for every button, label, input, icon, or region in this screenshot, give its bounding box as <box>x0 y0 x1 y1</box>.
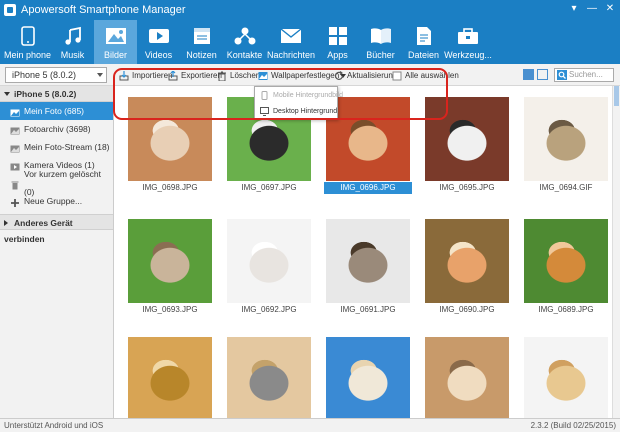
photo-image[interactable] <box>227 219 311 303</box>
photo-filename: IMG_0694.GIF <box>539 183 593 192</box>
nav-notes-button[interactable]: Notizen <box>180 20 223 64</box>
menu-icon[interactable]: ▾ <box>568 3 580 15</box>
trash-icon <box>10 178 20 190</box>
nav-apps-button[interactable]: Apps <box>316 20 359 64</box>
photo-thumbnail[interactable]: IMG_0693.JPG <box>126 219 214 316</box>
nav-contacts-button[interactable]: Kontakte <box>223 20 266 64</box>
photo-filename: IMG_0689.JPG <box>538 305 594 314</box>
files-icon <box>412 25 436 47</box>
video-folder-icon <box>10 160 20 171</box>
video-icon <box>147 25 171 47</box>
photo-thumbnail[interactable] <box>324 337 412 418</box>
status-bar: Unterstützt Android und iOS 2.3.2 (Build… <box>0 418 620 432</box>
photo-filename: IMG_0695.JPG <box>439 183 495 192</box>
photo-thumbnail[interactable] <box>423 337 511 418</box>
toolbox-icon <box>456 25 480 47</box>
picture-icon <box>104 25 128 47</box>
connect-other-device-button[interactable]: Anderes Gerät verbinden <box>0 214 113 244</box>
nav-music-button[interactable]: Musik <box>51 20 94 64</box>
list-view-icon[interactable] <box>537 69 548 80</box>
notes-icon <box>190 25 214 47</box>
sidebar-item-photo-stream[interactable]: Mein Foto-Stream (18) <box>0 138 113 156</box>
photo-image[interactable] <box>425 337 509 418</box>
search-icon <box>557 70 567 80</box>
photo-folder-icon <box>10 142 20 153</box>
window-controls: ▾ — ✕ <box>568 3 616 15</box>
sidebar: iPhone 5 (8.0.2) Mein Foto (685) Fotoarc… <box>0 86 114 418</box>
grid-view-icon[interactable] <box>523 69 534 80</box>
phone-icon <box>16 25 40 47</box>
photo-thumbnail[interactable]: IMG_0689.JPG <box>522 219 610 316</box>
photo-filename: IMG_0690.JPG <box>439 305 495 314</box>
photo-filename: IMG_0698.JPG <box>142 183 198 192</box>
messages-icon <box>279 25 303 47</box>
photo-thumbnail[interactable]: IMG_0694.GIF <box>522 97 610 194</box>
chevron-down-icon <box>97 73 103 77</box>
plus-icon <box>10 196 20 207</box>
photo-filename: IMG_0696.JPG <box>324 182 412 194</box>
photo-thumbnail[interactable] <box>522 337 610 418</box>
scrollbar[interactable] <box>612 86 620 418</box>
photo-image[interactable] <box>227 337 311 418</box>
photo-thumbnail[interactable]: IMG_0690.JPG <box>423 219 511 316</box>
apps-icon <box>326 25 350 47</box>
version-label: 2.3.2 (Build 02/25/2015) <box>530 421 616 430</box>
photo-grid: IMG_0698.JPG IMG_0697.JPG IMG_0696.JPG IMG_… <box>114 86 612 418</box>
minimize-icon[interactable]: — <box>586 3 598 15</box>
photo-thumbnail[interactable] <box>225 337 313 418</box>
nav-pictures-button[interactable]: Bilder <box>94 20 137 64</box>
photo-image[interactable] <box>524 219 608 303</box>
nav-tools-button[interactable]: Werkzeug... <box>444 20 492 64</box>
photo-image[interactable] <box>326 337 410 418</box>
photo-image[interactable] <box>425 219 509 303</box>
nav-messages-button[interactable]: Nachrichten <box>266 20 316 64</box>
close-icon[interactable]: ✕ <box>604 3 616 15</box>
music-icon <box>61 25 85 47</box>
photo-filename: IMG_0697.JPG <box>241 183 297 192</box>
photo-image[interactable] <box>524 337 608 418</box>
books-icon <box>369 25 393 47</box>
nav-files-button[interactable]: Dateien <box>402 20 445 64</box>
photo-image[interactable] <box>524 97 608 181</box>
nav-books-button[interactable]: Bücher <box>359 20 402 64</box>
photo-image[interactable] <box>128 337 212 418</box>
title-bar: Apowersoft Smartphone Manager ▾ — ✕ <box>0 0 620 20</box>
search-input[interactable]: Suchen... <box>554 68 614 82</box>
scrollbar-thumb[interactable] <box>614 86 619 106</box>
sidebar-item-my-photos[interactable]: Mein Foto (685) <box>0 102 113 120</box>
photo-thumbnail[interactable]: IMG_0691.JPG <box>324 219 412 316</box>
caret-right-icon <box>4 220 8 226</box>
window-title: Apowersoft Smartphone Manager <box>21 4 186 16</box>
status-left: Unterstützt Android und iOS <box>4 421 104 430</box>
photo-thumbnail[interactable] <box>126 337 214 418</box>
photo-image[interactable] <box>326 219 410 303</box>
contacts-icon <box>233 25 257 47</box>
nav-my-phone-button[interactable]: Mein phone <box>4 20 51 64</box>
sidebar-item-photo-archive[interactable]: Fotoarchiv (3698) <box>0 120 113 138</box>
app-logo-icon <box>4 4 16 16</box>
device-select[interactable]: iPhone 5 (8.0.2) <box>5 67 107 83</box>
photo-filename: IMG_0692.JPG <box>241 305 297 314</box>
photo-folder-icon <box>10 124 20 135</box>
sidebar-device-header[interactable]: iPhone 5 (8.0.2) <box>0 86 113 102</box>
photo-filename: IMG_0693.JPG <box>142 305 198 314</box>
sidebar-item-recently-deleted[interactable]: Vor kurzem gelöscht (0) <box>0 169 113 197</box>
nav-videos-button[interactable]: Videos <box>137 20 180 64</box>
main-toolbar: Mein phone Musik Bilder Videos Notizen K… <box>0 20 620 64</box>
photo-filename: IMG_0691.JPG <box>340 305 396 314</box>
caret-down-icon <box>4 91 10 96</box>
photo-folder-icon <box>10 106 20 117</box>
highlight-annotation <box>113 68 448 120</box>
photo-image[interactable] <box>128 219 212 303</box>
photo-thumbnail[interactable]: IMG_0692.JPG <box>225 219 313 316</box>
